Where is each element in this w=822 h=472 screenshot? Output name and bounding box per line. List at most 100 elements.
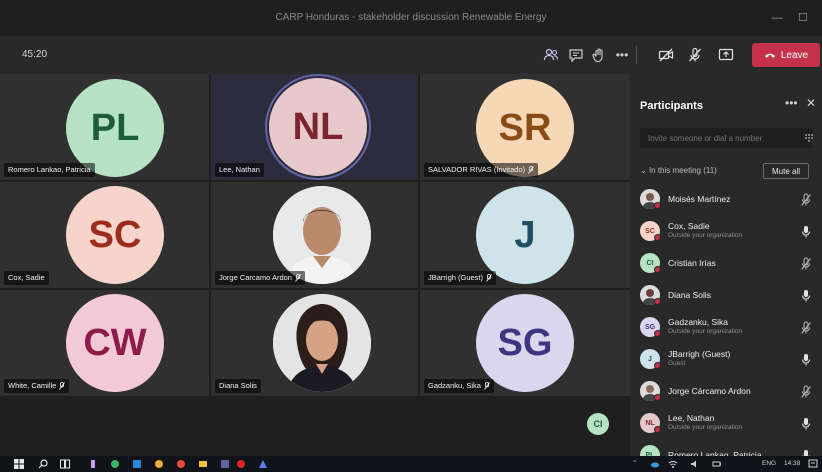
participant-photo bbox=[273, 294, 371, 392]
presence-badge bbox=[654, 202, 661, 209]
participant-name: Cox, Sadie bbox=[668, 221, 710, 231]
mic-off-icon bbox=[59, 382, 66, 390]
volume-icon[interactable] bbox=[690, 459, 700, 469]
participant-name: Cox, Sadie bbox=[8, 273, 45, 282]
participants-icon[interactable] bbox=[541, 45, 561, 65]
app-icon[interactable] bbox=[110, 459, 120, 469]
participant-name: Diana Solis bbox=[668, 290, 711, 300]
participant-name: Lee, Nathan bbox=[668, 413, 715, 423]
windows-icon[interactable] bbox=[14, 459, 24, 469]
wifi-icon[interactable] bbox=[668, 459, 678, 469]
overflow-participant-avatar[interactable]: CI bbox=[587, 413, 609, 435]
participant-row[interactable]: J JBarrigh (Guest) Guest bbox=[630, 344, 822, 376]
participant-photo bbox=[273, 186, 371, 284]
participant-row[interactable]: CI Cristian Irías bbox=[630, 248, 822, 280]
mic-icon[interactable] bbox=[800, 417, 812, 431]
avatar: J bbox=[476, 186, 574, 284]
app-icon[interactable] bbox=[236, 459, 246, 469]
app-icon[interactable] bbox=[132, 459, 142, 469]
presence-badge bbox=[654, 234, 661, 241]
maximize-icon[interactable]: ☐ bbox=[788, 0, 818, 36]
tray-chevron-icon[interactable]: ⌃ bbox=[632, 456, 637, 472]
presence-badge bbox=[654, 266, 661, 273]
mic-off-icon bbox=[295, 274, 301, 282]
windows-taskbar: ⌃ ENG 14:38 bbox=[0, 456, 822, 472]
camera-off-icon[interactable] bbox=[656, 45, 676, 65]
participant-name: White, Camille bbox=[8, 381, 57, 390]
participant-row[interactable]: Moisés Martínez bbox=[630, 184, 822, 216]
name-tag: JBarrigh (Guest) bbox=[424, 271, 497, 285]
mic-off-icon[interactable] bbox=[685, 45, 705, 65]
video-tile[interactable]: J JBarrigh (Guest) bbox=[420, 182, 630, 288]
raise-hand-icon[interactable] bbox=[589, 45, 609, 65]
language-indicator[interactable]: ENG bbox=[762, 456, 776, 472]
more-icon[interactable]: ••• bbox=[785, 96, 798, 110]
name-tag: Jorge Carcamo Ardon bbox=[215, 271, 305, 285]
name-tag: SALVADOR RIVAS (Invitado) bbox=[424, 163, 539, 177]
participant-row[interactable]: PL Romero Lankao, Patricia bbox=[630, 440, 822, 456]
participant-subtitle: Guest bbox=[668, 360, 686, 367]
participant-name: Jorge Carcamo Ardon bbox=[219, 273, 292, 282]
app-icon[interactable] bbox=[176, 459, 186, 469]
video-tile[interactable]: SC Cox, Sadie bbox=[0, 182, 209, 288]
participant-row[interactable]: NL Lee, Nathan Outside your organization bbox=[630, 408, 822, 440]
participant-row[interactable]: SG Gadzanku, Sika Outside your organizatio… bbox=[630, 312, 822, 344]
participant-row[interactable]: Diana Solis bbox=[630, 280, 822, 312]
participant-name: JBarrigh (Guest) bbox=[668, 349, 731, 359]
name-tag: Lee, Nathan bbox=[215, 163, 264, 177]
video-tile[interactable]: Diana Solis bbox=[211, 290, 418, 396]
clock[interactable]: 14:38 bbox=[784, 456, 800, 472]
close-icon[interactable]: ✕ bbox=[806, 96, 816, 110]
app-icon[interactable] bbox=[220, 459, 230, 469]
name-tag: Romero Lankao, Patricia bbox=[4, 163, 95, 177]
participant-name: Moisés Martínez bbox=[668, 194, 731, 204]
title-bar: CARP Honduras - stakeholder discussion R… bbox=[0, 0, 822, 36]
video-tile[interactable]: SG Gadzanku, Sika bbox=[420, 290, 630, 396]
app-icon[interactable] bbox=[88, 459, 98, 469]
dialpad-icon[interactable] bbox=[804, 133, 814, 143]
app-icon[interactable] bbox=[198, 459, 208, 469]
mic-muted-icon[interactable] bbox=[800, 193, 812, 207]
video-tile[interactable]: CW White, Camille bbox=[0, 290, 209, 396]
leave-button[interactable]: Leave bbox=[752, 43, 820, 67]
mic-muted-icon[interactable] bbox=[800, 257, 812, 271]
app-icon[interactable] bbox=[154, 459, 164, 469]
app-icon[interactable] bbox=[258, 459, 268, 469]
cloud-icon[interactable] bbox=[650, 459, 660, 469]
video-tile[interactable]: NL Lee, Nathan bbox=[211, 74, 418, 180]
battery-icon[interactable] bbox=[712, 459, 722, 469]
video-tile[interactable]: Jorge Carcamo Ardon bbox=[211, 182, 418, 288]
participant-row[interactable]: Jorge Cárcamo Ardon bbox=[630, 376, 822, 408]
participant-row[interactable]: SC Cox, Sadie Outside your organization bbox=[630, 216, 822, 248]
mute-all-button[interactable]: Mute all bbox=[763, 163, 809, 179]
participant-subtitle: Outside your organization bbox=[668, 424, 743, 431]
chat-icon[interactable] bbox=[566, 45, 586, 65]
video-tile[interactable]: SR SALVADOR RIVAS (Invitado) bbox=[420, 74, 630, 180]
phone-hangup-icon bbox=[764, 53, 775, 58]
task-view-icon[interactable] bbox=[60, 459, 70, 469]
mic-muted-icon[interactable] bbox=[800, 321, 812, 335]
avatar: SG bbox=[476, 294, 574, 392]
presence-badge bbox=[654, 362, 661, 369]
teams-window: CARP Honduras - stakeholder discussion R… bbox=[0, 0, 822, 472]
name-tag: Cox, Sadie bbox=[4, 271, 49, 285]
mic-icon[interactable] bbox=[800, 225, 812, 239]
avatar: SC bbox=[66, 186, 164, 284]
video-tile[interactable]: PL Romero Lankao, Patricia bbox=[0, 74, 209, 180]
window-title: CARP Honduras - stakeholder discussion R… bbox=[275, 12, 547, 23]
toolbar-divider bbox=[636, 46, 637, 64]
mic-off-icon bbox=[528, 166, 534, 174]
notifications-icon[interactable] bbox=[808, 459, 818, 469]
mic-icon[interactable] bbox=[800, 353, 812, 367]
mic-muted-icon[interactable] bbox=[800, 385, 812, 399]
invite-input[interactable] bbox=[640, 128, 812, 148]
avatar: NL bbox=[269, 78, 367, 176]
share-icon[interactable] bbox=[716, 45, 736, 65]
in-meeting-section[interactable]: ⌄ In this meeting (11) bbox=[640, 166, 717, 175]
video-grid: PL Romero Lankao, Patricia NL Lee, Natha… bbox=[0, 74, 630, 396]
more-icon[interactable]: ••• bbox=[612, 45, 632, 65]
presence-badge bbox=[654, 298, 661, 305]
search-icon[interactable] bbox=[38, 459, 48, 469]
mic-icon[interactable] bbox=[800, 449, 812, 456]
mic-icon[interactable] bbox=[800, 289, 812, 303]
